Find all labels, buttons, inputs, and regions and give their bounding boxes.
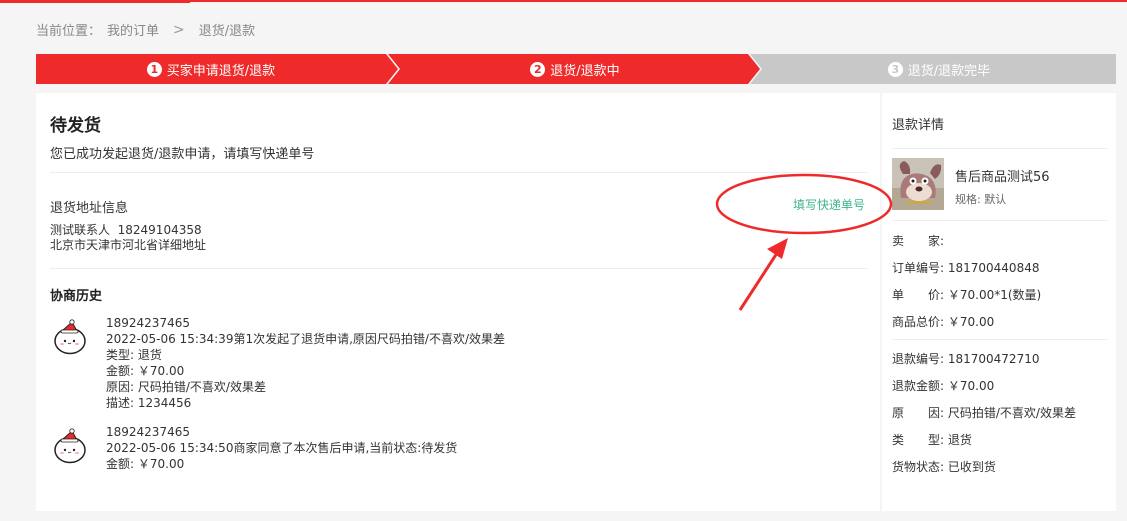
breadcrumb-separator: >: [173, 21, 185, 38]
order-status-panel: 待发货 您已成功发起退货/退款申请，请填写快递单号 退货地址信息 测试联系人 1…: [36, 93, 880, 511]
product-spec: 规格: 默认: [955, 193, 1007, 206]
total-price-row: 商品总价: ￥70.00: [892, 315, 995, 329]
return-contact: 测试联系人 18249104358: [50, 223, 202, 237]
product-name: 售后商品测试56: [955, 170, 1050, 185]
refund-reason-row: 原 因: 尺码拍错/不喜欢/效果差: [892, 406, 1076, 420]
history-user: 18924237465: [106, 425, 190, 439]
history-description: 描述: 1234456: [106, 396, 192, 410]
status-message: 您已成功发起退货/退款申请，请填写快递单号: [50, 147, 315, 162]
divider: [892, 339, 1108, 340]
history-entry: 18924237465 2022-05-06 15:34:39第1次发起了退货申…: [106, 315, 505, 411]
step-1: 1 买家申请退货/退款: [36, 54, 386, 84]
divider: [892, 220, 1108, 221]
refund-number-row: 退款编号: 181700472710: [892, 352, 1040, 366]
refund-type-row: 类 型: 退货: [892, 433, 972, 447]
breadcrumb-parent-link[interactable]: 我的订单: [107, 20, 159, 39]
history-reason: 原因: 尺码拍错/不喜欢/效果差: [106, 380, 266, 394]
breadcrumb-prefix: 当前位置：: [36, 24, 102, 39]
seller-row: 卖 家:: [892, 234, 945, 248]
divider: [50, 268, 868, 269]
unit-price-row: 单 价: ￥70.00*1(数量): [892, 288, 1042, 302]
breadcrumb: 当前位置： 我的订单 > 退货/退款: [36, 20, 256, 40]
step-1-number: 1: [146, 61, 162, 77]
step-3-label: 退货/退款完毕: [907, 63, 991, 79]
product-thumbnail-image: [892, 158, 944, 210]
status-title: 待发货: [50, 116, 101, 136]
history-amount: 金额: ￥70.00: [106, 457, 185, 471]
history-heading: 协商历史: [50, 289, 103, 304]
fill-tracking-number-link[interactable]: 填写快递单号: [793, 196, 865, 213]
goods-status-row: 货物状态: 已收到货: [892, 460, 996, 474]
refund-amount-row: 退款金额: ￥70.00: [892, 379, 995, 393]
history-amount: 金额: ￥70.00: [106, 364, 185, 378]
order-number-row: 订单编号: 181700440848: [892, 261, 1040, 275]
top-accent-line: [0, 0, 1127, 3]
divider: [892, 148, 1108, 149]
return-address-info: 测试联系人 18249104358 北京市天津市河北省详细地址: [50, 223, 206, 253]
step-2-label: 退货/退款中: [550, 63, 620, 79]
refund-detail-heading: 退款详情: [892, 118, 945, 133]
history-entry: 18924237465 2022-05-06 15:34:50商家同意了本次售后…: [106, 424, 457, 472]
progress-steps: 1 买家申请退货/退款 2 退货/退款中 3 退货/退款完毕: [36, 54, 1116, 84]
step-2-number: 2: [530, 61, 546, 77]
divider: [50, 172, 868, 173]
step-1-label: 买家申请退货/退款: [166, 63, 276, 79]
history-user: 18924237465: [106, 316, 190, 330]
step-3: 3 退货/退款完毕: [762, 54, 1116, 84]
return-address: 北京市天津市河北省详细地址: [50, 238, 207, 252]
breadcrumb-current: 退货/退款: [198, 24, 256, 39]
history-event: 2022-05-06 15:34:39第1次发起了退货申请,原因尺码拍错/不喜欢…: [106, 332, 505, 346]
user-avatar-icon: [54, 428, 86, 464]
step-3-number: 3: [887, 61, 903, 77]
refund-detail-panel: 退款详情 售后商品测试56 规格: 默认 卖 家: 订单编号: 18170044…: [882, 93, 1116, 511]
return-address-heading: 退货地址信息: [50, 201, 129, 216]
history-event: 2022-05-06 15:34:50商家同意了本次售后申请,当前状态:待发货: [106, 441, 458, 455]
history-type: 类型: 退货: [106, 348, 162, 362]
user-avatar-icon: [54, 319, 86, 355]
step-2: 2 退货/退款中: [400, 54, 750, 84]
